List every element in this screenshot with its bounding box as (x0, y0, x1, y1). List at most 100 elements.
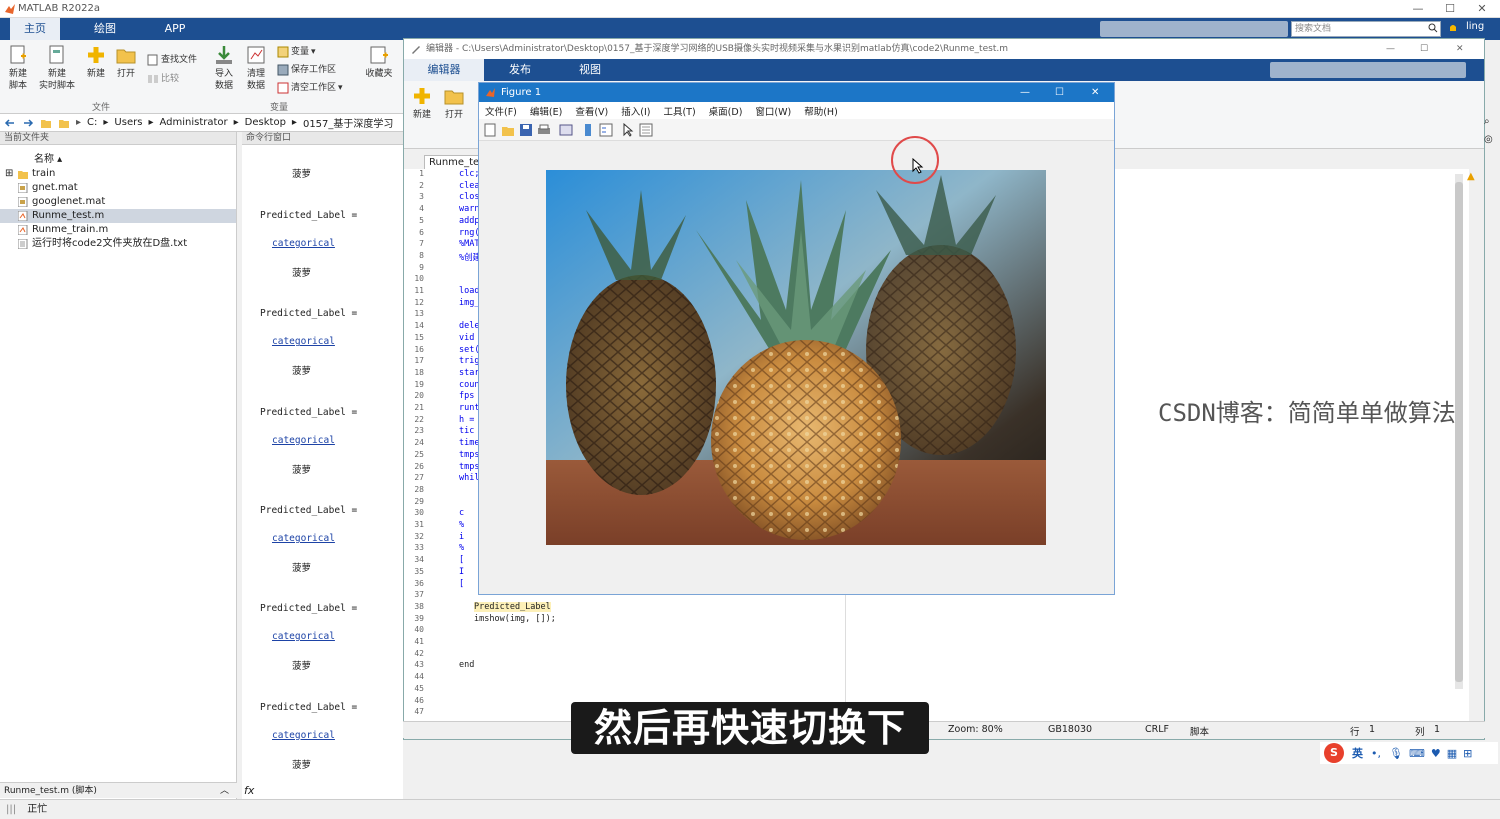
categorical-link[interactable]: categorical (272, 533, 335, 544)
figure-close-button[interactable]: ✕ (1091, 83, 1099, 102)
code-line[interactable]: h = (459, 415, 474, 425)
code-line[interactable]: img_ (459, 298, 479, 308)
code-line[interactable]: time (459, 438, 479, 448)
categorical-link[interactable]: categorical (272, 631, 335, 642)
categorical-link[interactable]: categorical (272, 730, 335, 741)
open-file-icon[interactable] (501, 123, 515, 137)
code-line[interactable]: vid (459, 333, 474, 343)
import-data-button[interactable]: 导入 数据 (208, 40, 240, 92)
categorical-link[interactable]: categorical (272, 435, 335, 446)
menu-window[interactable]: 窗口(W) (755, 104, 791, 118)
tab-publish[interactable]: 发布 (490, 59, 550, 81)
path-bar[interactable]: ▸ C: ▸ Users ▸ Administrator ▸ Desktop ▸ 015… (0, 114, 403, 132)
print-icon[interactable] (537, 123, 551, 137)
breadcrumb-project-folder[interactable]: 0157_基于深度学习网络 (303, 115, 393, 130)
code-line[interactable]: % (459, 520, 464, 530)
code-line[interactable]: Predicted_Label (474, 601, 551, 612)
new-figure-icon[interactable] (483, 123, 497, 137)
clear-workspace-button[interactable]: 清空工作区 ▾ (277, 80, 343, 96)
tab-editor[interactable]: 编辑器 (404, 59, 484, 81)
find-files-button[interactable]: 查找文件 (147, 52, 197, 68)
new-live-script-button[interactable]: 新建 实时脚本 (38, 40, 76, 92)
code-line[interactable]: imshow(img, []); (474, 614, 556, 624)
code-line[interactable]: [ (459, 579, 464, 589)
skin-icon[interactable]: ♥ (1431, 747, 1441, 760)
side-help-icon[interactable]: ◎ (1484, 134, 1493, 145)
code-line[interactable]: fps (459, 391, 474, 401)
code-line[interactable]: % (459, 543, 464, 553)
pointer-arrow-icon[interactable] (621, 122, 635, 137)
categorical-link[interactable]: categorical (272, 336, 335, 347)
figure-maximize-button[interactable]: ☐ (1055, 83, 1064, 102)
code-line[interactable]: tmps (459, 450, 479, 460)
variable-button[interactable]: 变量 ▾ (277, 44, 316, 60)
save-icon[interactable] (519, 123, 533, 137)
breadcrumb-desktop[interactable]: Desktop (245, 117, 286, 128)
code-line[interactable]: i (459, 532, 464, 542)
code-line[interactable]: trig (459, 356, 479, 366)
file-item-train[interactable]: ⊞ train (0, 167, 236, 181)
grid-menu-icon[interactable]: ⊞ (1463, 747, 1472, 760)
colorbar-icon[interactable] (581, 123, 595, 137)
categorical-link[interactable]: categorical (272, 238, 335, 249)
code-line[interactable]: [ (459, 555, 464, 565)
file-item-runme-train[interactable]: Runme_train.m (0, 223, 236, 237)
command-window-panel[interactable]: 命令行窗口 菠萝 Predicted_Label = categorical 菠萝 Pr… (242, 132, 403, 799)
code-line[interactable]: clc; (459, 169, 479, 179)
file-item-gnet[interactable]: gnet.mat (0, 181, 236, 195)
warning-icon[interactable]: ▲ (1467, 171, 1475, 182)
code-line[interactable]: %MAT (459, 239, 479, 249)
code-line[interactable]: tmps (459, 462, 479, 472)
menu-insert[interactable]: 插入(I) (621, 104, 650, 118)
code-line[interactable]: addp (459, 216, 479, 226)
legend-icon[interactable] (599, 123, 613, 137)
new-button[interactable]: 新建 (80, 40, 112, 80)
editor-scrollbar[interactable] (1455, 174, 1463, 689)
property-editor-icon[interactable] (639, 123, 653, 137)
tab-apps[interactable]: APP (150, 18, 200, 40)
file-details-bar[interactable]: Runme_test.m (脚本) ︿ (0, 782, 237, 798)
link-plot-icon[interactable] (559, 123, 573, 137)
expand-plus-icon[interactable]: ⊞ (5, 167, 13, 181)
file-item-readme-txt[interactable]: 运行时将code2文件夹放在D盘.txt (0, 237, 236, 251)
compare-button[interactable]: 比较 (147, 71, 179, 87)
favorites-button[interactable]: 收藏夹 (362, 40, 396, 80)
code-line[interactable]: clea (459, 181, 479, 191)
forward-arrow-icon[interactable] (22, 117, 34, 129)
side-search-icon[interactable]: ⌕ (1484, 116, 1490, 127)
editor-maximize-button[interactable]: ☐ (1420, 39, 1428, 59)
code-line[interactable]: clos (459, 192, 479, 202)
code-line[interactable]: rng( (459, 228, 479, 238)
breadcrumb-administrator[interactable]: Administrator (159, 117, 227, 128)
folder-up-icon[interactable] (40, 117, 52, 129)
code-line[interactable]: coun (459, 380, 479, 390)
menu-view[interactable]: 查看(V) (575, 104, 608, 118)
menu-edit[interactable]: 编辑(E) (530, 104, 562, 118)
editor-close-button[interactable]: ✕ (1456, 39, 1464, 59)
menu-desktop[interactable]: 桌面(D) (709, 104, 743, 118)
search-icon[interactable] (1428, 23, 1438, 33)
keyboard-icon[interactable]: ⌨ (1409, 747, 1425, 760)
search-documentation-input[interactable]: 搜索文档 (1291, 21, 1441, 37)
editor-quick-access-toolbar[interactable] (1270, 62, 1466, 78)
chevron-up-icon[interactable]: ︿ (220, 783, 229, 799)
browse-folder-icon[interactable] (58, 117, 70, 129)
code-line[interactable]: I (459, 567, 464, 577)
file-item-runme-test[interactable]: Runme_test.m (0, 209, 236, 223)
breadcrumb-users[interactable]: Users (114, 117, 142, 128)
menu-file[interactable]: 文件(F) (485, 104, 517, 118)
breadcrumb-c[interactable]: C: (87, 117, 97, 128)
code-line[interactable]: c (459, 508, 464, 518)
column-header-name[interactable]: 名称 ▴ (0, 153, 236, 167)
save-workspace-button[interactable]: 保存工作区 (277, 62, 336, 78)
editor-scrollbar-thumb[interactable] (1455, 182, 1463, 682)
code-line[interactable]: dele (459, 321, 479, 331)
code-line[interactable]: set( (459, 345, 479, 355)
sogou-logo-icon[interactable]: S (1324, 743, 1344, 763)
code-line[interactable]: warn (459, 204, 479, 214)
clean-data-button[interactable]: 清理 数据 (240, 40, 272, 92)
quick-access-toolbar[interactable] (1100, 21, 1288, 37)
code-line[interactable]: tic (459, 426, 474, 436)
figure-minimize-button[interactable]: — (1020, 83, 1030, 102)
microphone-icon[interactable]: 🎙 (1389, 747, 1403, 760)
